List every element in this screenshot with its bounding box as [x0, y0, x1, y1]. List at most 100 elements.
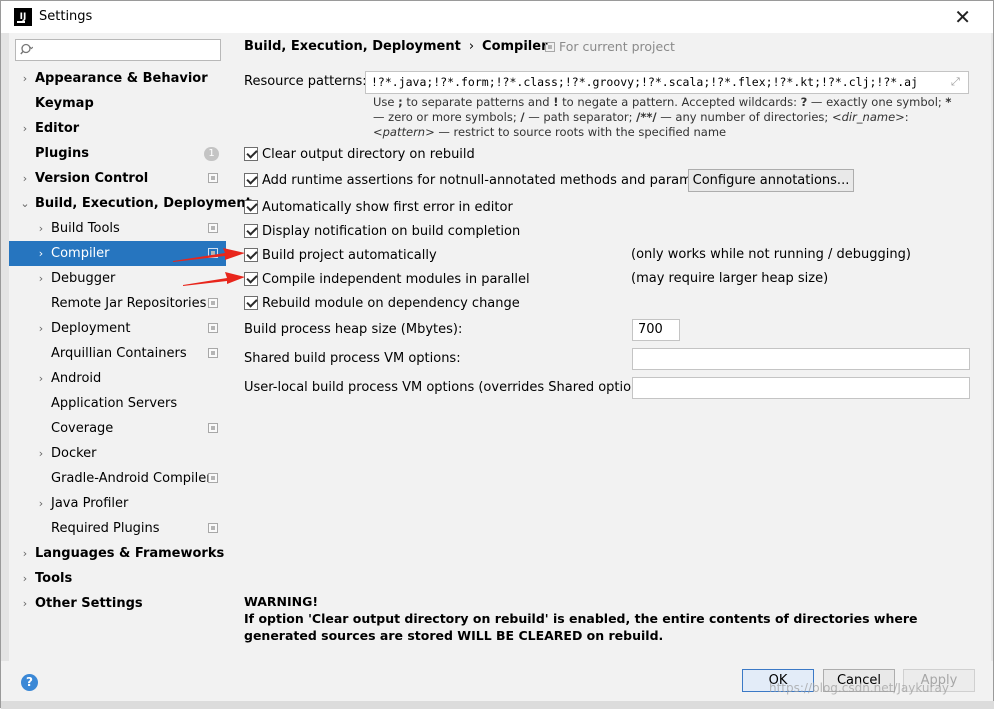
settings-search-box[interactable] — [15, 39, 221, 61]
option-rebuild-module-on-dependency-change[interactable]: Rebuild module on dependency change — [244, 293, 520, 313]
sidebar-item-other-settings[interactable]: › Other Settings — [9, 591, 226, 616]
option-compile-independent-modules-in-parallel[interactable]: Compile independent modules in parallel — [244, 269, 530, 289]
project-scope-icon — [208, 473, 218, 483]
heap-size-input[interactable]: 700 — [632, 319, 680, 341]
sidebar-item-docker[interactable]: › Docker — [9, 441, 226, 466]
background-ide-sliver — [1, 33, 9, 709]
option-note: (may require larger heap size) — [631, 271, 829, 286]
window-title: Settings — [39, 9, 93, 24]
sidebar-item-coverage[interactable]: Coverage — [9, 416, 226, 441]
checkbox[interactable] — [244, 173, 258, 187]
project-scope-icon — [208, 423, 218, 433]
sidebar-item-keymap[interactable]: Keymap — [9, 91, 226, 116]
resource-patterns-label: Resource patterns: — [244, 74, 367, 89]
shared-vm-options-input[interactable] — [632, 348, 970, 370]
scope-hint: For current project — [545, 39, 675, 54]
chevron-right-icon[interactable]: › — [35, 441, 47, 466]
sidebar-item-label: Appearance & Behavior — [35, 71, 208, 86]
sidebar-item-label: Plugins — [35, 146, 89, 161]
sidebar-item-label: Languages & Frameworks — [35, 546, 225, 561]
user-vm-options-label: User-local build process VM options (ove… — [244, 380, 656, 395]
warning-text: If option 'Clear output directory on reb… — [244, 611, 918, 643]
option-add-runtime-assertions-for-notnull-annotated-methods-and-parameters[interactable]: Add runtime assertions for notnull-annot… — [244, 170, 725, 190]
user-vm-options-input[interactable] — [632, 377, 970, 399]
sidebar-item-arquillian-containers[interactable]: Arquillian Containers — [9, 341, 226, 366]
option-automatically-show-first-error-in-editor[interactable]: Automatically show first error in editor — [244, 197, 513, 217]
sidebar-item-label: Coverage — [51, 421, 114, 436]
checkbox[interactable] — [244, 296, 258, 310]
checkbox[interactable] — [244, 200, 258, 214]
chevron-right-icon[interactable]: › — [19, 541, 31, 566]
sidebar-item-version-control[interactable]: › Version Control — [9, 166, 226, 191]
sidebar-item-label: Other Settings — [35, 596, 143, 611]
sidebar-item-tools[interactable]: › Tools — [9, 566, 226, 591]
search-icon — [20, 43, 33, 55]
sidebar-item-label: Build, Execution, Deployment — [35, 196, 252, 211]
help-icon[interactable]: ? — [21, 674, 38, 691]
option-build-project-automatically[interactable]: Build project automatically — [244, 245, 437, 265]
project-scope-icon — [208, 523, 218, 533]
sidebar-item-label: Build Tools — [51, 221, 120, 236]
sidebar-item-build-execution-deployment[interactable]: ⌄ Build, Execution, Deployment — [9, 191, 251, 216]
project-scope-icon — [208, 323, 218, 333]
chevron-down-icon[interactable]: ⌄ — [19, 191, 31, 216]
close-icon[interactable]: ✕ — [954, 5, 971, 29]
chevron-right-icon[interactable]: › — [35, 366, 47, 391]
settings-tree: › Appearance & Behavior Keymap › Editor Plugi… — [9, 66, 252, 616]
checkbox[interactable] — [244, 147, 258, 161]
chevron-right-icon[interactable]: › — [19, 566, 31, 591]
sidebar-item-build-tools[interactable]: › Build Tools — [9, 216, 226, 241]
settings-search-input[interactable] — [38, 41, 218, 59]
shared-vm-options-label: Shared build process VM options: — [244, 351, 461, 366]
project-scope-icon — [208, 348, 218, 358]
chevron-right-icon[interactable]: › — [19, 166, 31, 191]
watermark: https://blog.csdn.net/Jaykuray — [769, 681, 949, 695]
sidebar-item-deployment[interactable]: › Deployment — [9, 316, 226, 341]
updates-badge: 1 — [204, 147, 219, 161]
chevron-right-icon[interactable]: › — [19, 591, 31, 616]
sidebar-item-editor[interactable]: › Editor — [9, 116, 226, 141]
option-clear-output-directory-on-rebuild[interactable]: Clear output directory on rebuild — [244, 144, 475, 164]
sidebar-item-java-profiler[interactable]: › Java Profiler — [9, 491, 226, 516]
settings-window: IJ Settings ✕ › Appearance & Behavior Keym… — [0, 0, 994, 709]
option-display-notification-on-build-completion[interactable]: Display notification on build completion — [244, 221, 520, 241]
checkbox-label: Clear output directory on rebuild — [262, 146, 475, 162]
annotation-arrow-build-automatically — [173, 248, 245, 262]
chevron-right-icon[interactable]: › — [19, 66, 31, 91]
sidebar-item-android[interactable]: › Android — [9, 366, 226, 391]
chevron-right-icon[interactable]: › — [35, 241, 47, 266]
checkbox[interactable] — [244, 224, 258, 238]
sidebar-item-label: Gradle-Android Compiler — [51, 471, 212, 486]
warning-block: WARNING! If option 'Clear output directo… — [244, 593, 974, 644]
sidebar-item-label: Deployment — [51, 321, 131, 336]
checkbox-label: Compile independent modules in parallel — [262, 271, 530, 287]
sidebar-item-gradle-android-compiler[interactable]: Gradle-Android Compiler — [9, 466, 226, 491]
chevron-right-icon[interactable]: › — [35, 491, 47, 516]
chevron-right-icon[interactable]: › — [35, 316, 47, 341]
checkbox-label: Build project automatically — [262, 247, 437, 263]
sidebar-item-label: Docker — [51, 446, 97, 461]
settings-sidebar: › Appearance & Behavior Keymap › Editor Plugi… — [9, 33, 252, 661]
breadcrumb-parent[interactable]: Build, Execution, Deployment — [244, 39, 461, 54]
sidebar-item-languages-frameworks[interactable]: › Languages & Frameworks — [9, 541, 226, 566]
annotation-arrow-parallel-compile — [183, 272, 245, 286]
compiler-settings-panel: Build, Execution, Deployment › Compiler Fo… — [227, 33, 993, 661]
expand-field-icon[interactable]: ⤢ — [951, 76, 963, 88]
configure-annotations-button[interactable]: Configure annotations... — [688, 169, 854, 192]
arrow-shape — [173, 248, 245, 262]
sidebar-item-plugins[interactable]: Plugins 1 — [9, 141, 226, 166]
chevron-right-icon[interactable]: › — [19, 116, 31, 141]
sidebar-item-label: Editor — [35, 121, 80, 136]
sidebar-item-application-servers[interactable]: Application Servers — [9, 391, 226, 416]
chevron-right-icon[interactable]: › — [35, 266, 47, 291]
chevron-right-icon[interactable]: › — [35, 216, 47, 241]
sidebar-item-appearance-behavior[interactable]: › Appearance & Behavior — [9, 66, 226, 91]
scope-hint-text: For current project — [559, 39, 675, 54]
project-scope-icon — [545, 42, 555, 52]
sidebar-item-required-plugins[interactable]: Required Plugins — [9, 516, 226, 541]
sidebar-item-remote-jar-repositories[interactable]: Remote Jar Repositories — [9, 291, 226, 316]
sidebar-item-label: Compiler — [51, 246, 110, 261]
sidebar-item-label: Arquillian Containers — [51, 346, 187, 361]
project-scope-icon — [208, 173, 218, 183]
resource-patterns-field[interactable]: !?*.java;!?*.form;!?*.class;!?*.groovy;!… — [365, 71, 969, 94]
